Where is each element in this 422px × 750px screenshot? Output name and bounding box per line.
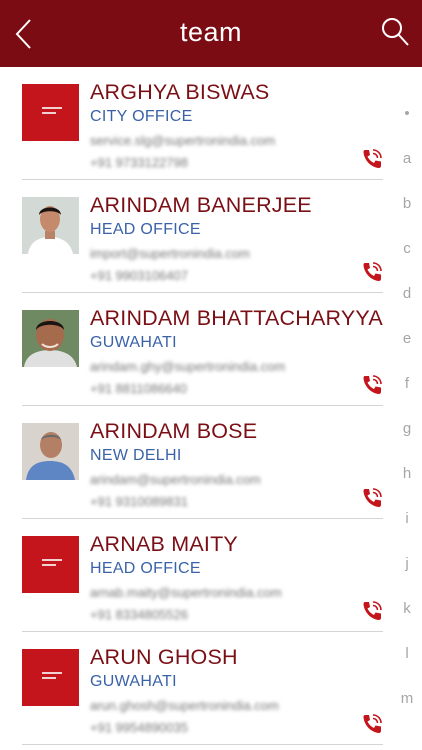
contact-row[interactable]: ARINDAM BANERJEE HEAD OFFICE import@supe…: [22, 180, 383, 293]
contact-email: arindam@supertronindia.com: [90, 472, 261, 487]
phone-icon[interactable]: [361, 600, 383, 622]
alphabet-index[interactable]: • a b c d e f g h i j k l m: [393, 100, 421, 730]
contact-email: arindam.ghy@supertronindia.com: [90, 359, 286, 374]
contact-office: NEW DELHI: [90, 447, 182, 464]
contact-row[interactable]: ARNAB MAITY HEAD OFFICE arnab.maity@supe…: [22, 519, 383, 632]
company-logo-avatar: [22, 84, 79, 141]
contact-name: ARINDAM BANERJEE: [90, 193, 312, 217]
index-letter[interactable]: b: [393, 190, 421, 235]
contact-list: ARGHYA BISWAS CITY OFFICE service.slg@su…: [0, 67, 383, 745]
person-photo-icon: [22, 197, 79, 254]
index-letter[interactable]: h: [393, 460, 421, 505]
company-logo-avatar: [22, 649, 79, 706]
person-photo-icon: [22, 423, 79, 480]
index-letter[interactable]: j: [393, 550, 421, 595]
contact-phone: +91 8811086640: [90, 381, 187, 396]
contact-name: ARINDAM BOSE: [90, 419, 258, 443]
contact-name: ARINDAM BHATTACHARYYA: [90, 306, 383, 330]
contact-phone: +91 9733122798: [90, 155, 188, 170]
index-letter[interactable]: g: [393, 415, 421, 460]
contact-phone: +91 9310089831: [90, 494, 188, 509]
contact-name: ARGHYA BISWAS: [90, 80, 270, 104]
contact-name: ARNAB MAITY: [90, 532, 238, 556]
contact-phone: +91 8334805526: [90, 607, 188, 622]
contact-row[interactable]: ARINDAM BHATTACHARYYA GUWAHATI arindam.g…: [22, 293, 383, 406]
contact-office: GUWAHATI: [90, 673, 177, 690]
phone-icon[interactable]: [361, 374, 383, 396]
contact-email: arnab.maity@supertronindia.com: [90, 585, 282, 600]
contact-phone: +91 9954890035: [90, 720, 188, 735]
contact-row[interactable]: ARGHYA BISWAS CITY OFFICE service.slg@su…: [22, 67, 383, 180]
avatar: [22, 423, 79, 480]
index-letter[interactable]: •: [393, 100, 421, 145]
index-letter[interactable]: e: [393, 325, 421, 370]
contact-email: service.slg@supertronindia.com: [90, 133, 276, 148]
contact-name: ARUN GHOSH: [90, 645, 238, 669]
company-logo-avatar: [22, 536, 79, 593]
index-letter[interactable]: c: [393, 235, 421, 280]
index-letter[interactable]: d: [393, 280, 421, 325]
avatar: [22, 197, 79, 254]
contact-row[interactable]: ARUN GHOSH GUWAHATI arun.ghosh@supertron…: [22, 632, 383, 745]
logo-icon: [42, 672, 62, 682]
phone-icon[interactable]: [361, 713, 383, 735]
index-letter[interactable]: f: [393, 370, 421, 415]
contact-email: arun.ghosh@supertronindia.com: [90, 698, 279, 713]
phone-icon[interactable]: [361, 148, 383, 170]
logo-icon: [42, 559, 62, 569]
phone-icon[interactable]: [361, 261, 383, 283]
index-letter[interactable]: k: [393, 595, 421, 640]
contact-office: HEAD OFFICE: [90, 560, 201, 577]
phone-icon[interactable]: [361, 487, 383, 509]
app-header: team: [0, 0, 422, 67]
logo-icon: [42, 107, 62, 117]
contact-phone: +91 9903106407: [90, 268, 188, 283]
index-letter[interactable]: m: [393, 685, 421, 730]
contact-office: GUWAHATI: [90, 334, 177, 351]
person-photo-icon: [22, 310, 79, 367]
index-letter[interactable]: l: [393, 640, 421, 685]
search-icon[interactable]: [380, 16, 410, 48]
index-letter[interactable]: i: [393, 505, 421, 550]
contact-office: HEAD OFFICE: [90, 221, 201, 238]
index-letter[interactable]: a: [393, 145, 421, 190]
contact-email: import@supertronindia.com: [90, 246, 250, 261]
avatar: [22, 310, 79, 367]
contact-office: CITY OFFICE: [90, 108, 193, 125]
contact-row[interactable]: ARINDAM BOSE NEW DELHI arindam@supertron…: [22, 406, 383, 519]
page-title: team: [179, 17, 243, 47]
